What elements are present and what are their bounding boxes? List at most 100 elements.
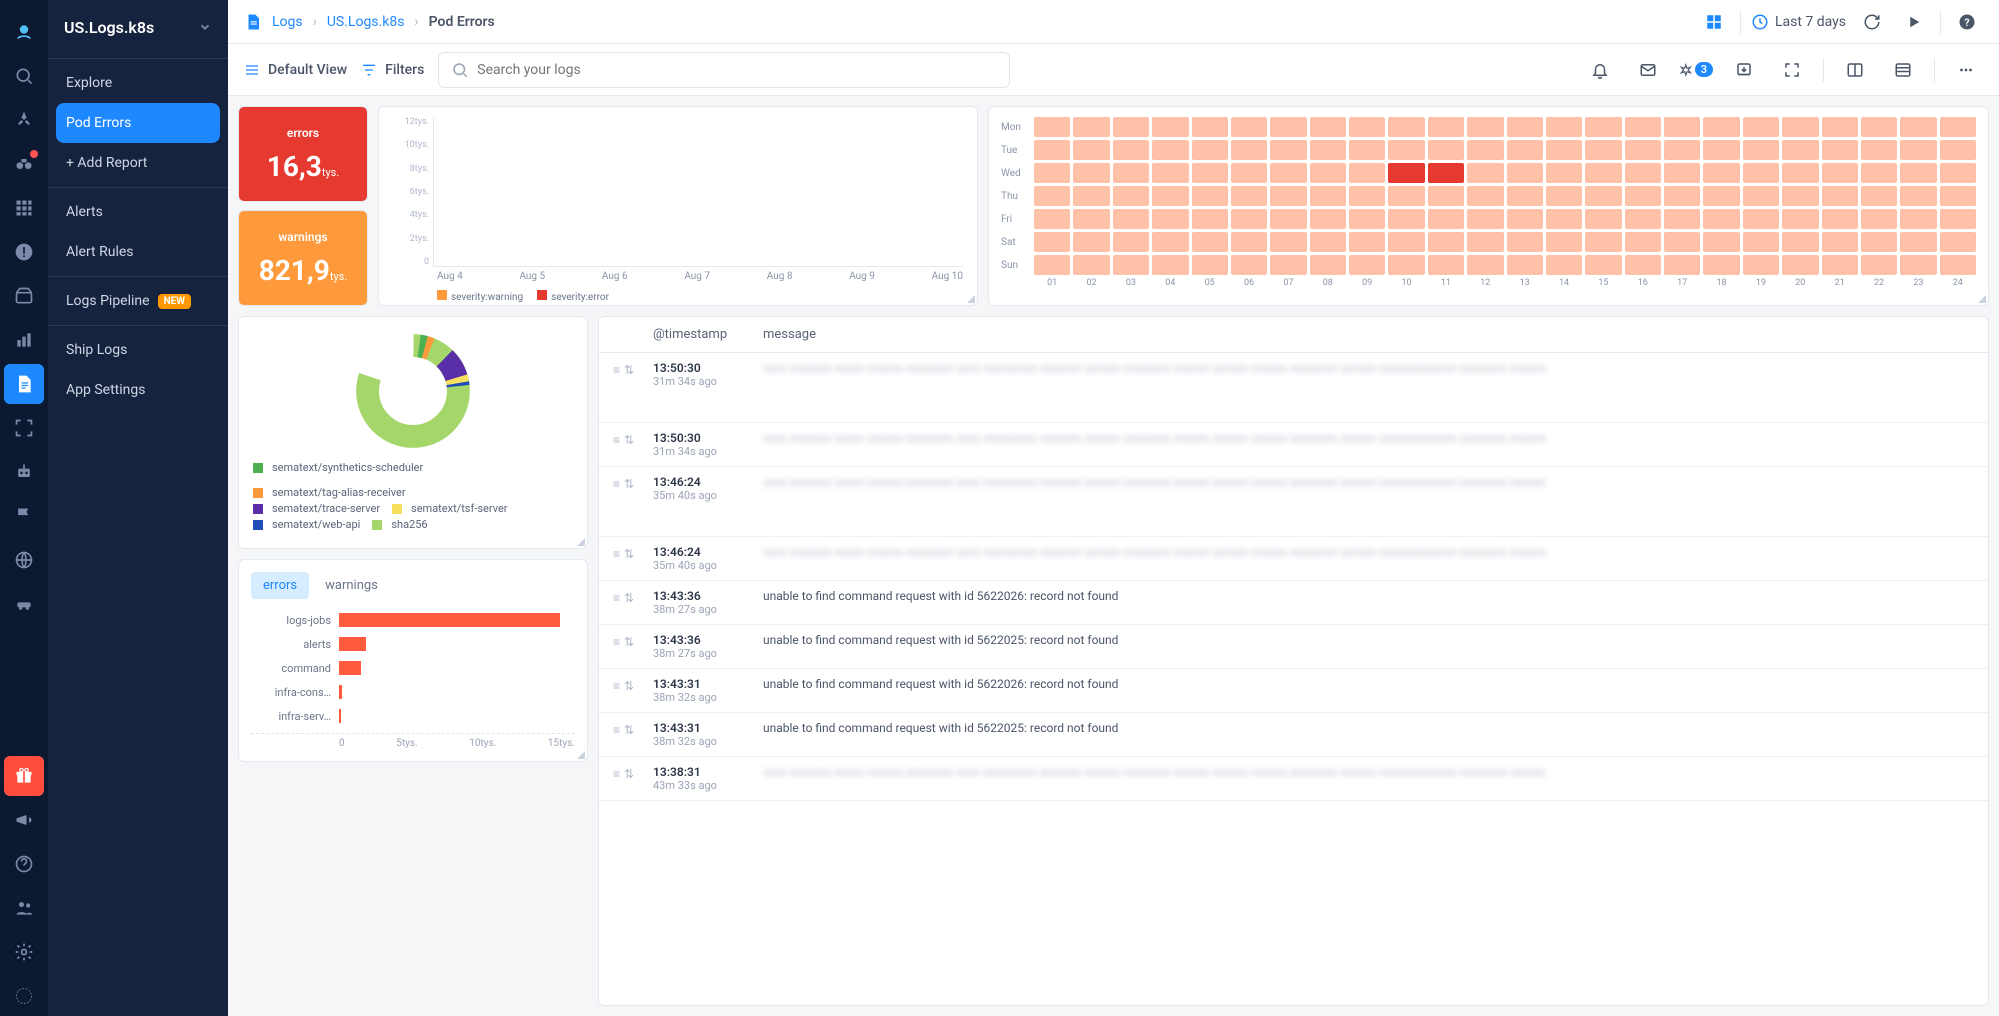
drag-icon[interactable]: ≡ xyxy=(613,635,620,649)
mail-icon[interactable] xyxy=(1631,53,1665,87)
expand-icon[interactable]: ⇅ xyxy=(624,635,634,649)
drag-icon[interactable]: ≡ xyxy=(613,433,620,447)
kpi-errors[interactable]: errors 16,3tys. xyxy=(238,106,368,202)
more-icon[interactable] xyxy=(1949,53,1983,87)
log-row[interactable]: ≡⇅13:50:3031m 34s agoxxxx xxxxxxx xxxxx … xyxy=(599,353,1988,423)
sidebar-item-pod-errors[interactable]: Pod Errors xyxy=(56,103,220,143)
robot-rail-icon[interactable] xyxy=(4,452,44,492)
car-rail-icon[interactable] xyxy=(4,584,44,624)
fullscreen-rail-icon[interactable] xyxy=(4,408,44,448)
expand-icon[interactable]: ⇅ xyxy=(624,767,634,781)
log-row[interactable]: ≡⇅13:43:3638m 27s agounable to find comm… xyxy=(599,625,1988,669)
drag-icon[interactable]: ≡ xyxy=(613,363,620,377)
log-row[interactable]: ≡⇅13:43:3638m 27s agounable to find comm… xyxy=(599,581,1988,625)
topbar: Logs › US.Logs.k8s › Pod Errors Last 7 d… xyxy=(228,0,1999,44)
log-row[interactable]: ≡⇅13:43:3138m 32s agounable to find comm… xyxy=(599,713,1988,757)
play-icon[interactable] xyxy=(1898,6,1930,38)
dashboard-icon[interactable] xyxy=(1698,6,1730,38)
drag-icon[interactable]: ≡ xyxy=(613,767,620,781)
expand-icon[interactable] xyxy=(1775,53,1809,87)
log-row[interactable]: ≡⇅13:46:2435m 40s agoxxxx xxxxxxx xxxxx … xyxy=(599,537,1988,581)
sidebar-item-app-settings[interactable]: App Settings xyxy=(48,370,228,410)
refresh-icon[interactable] xyxy=(1856,6,1888,38)
expand-icon[interactable]: ⇅ xyxy=(624,679,634,693)
chart-rail-icon[interactable] xyxy=(4,320,44,360)
sidebar-item-alerts[interactable]: Alerts xyxy=(48,192,228,232)
log-row[interactable]: ≡⇅13:50:3031m 34s agoxxxx xxxxxxx xxxxx … xyxy=(599,423,1988,467)
search-input[interactable] xyxy=(477,62,996,78)
col-timestamp[interactable]: @timestamp xyxy=(653,327,763,342)
search-box[interactable] xyxy=(438,52,1009,88)
binoculars-rail-icon[interactable] xyxy=(4,144,44,184)
resize-handle[interactable] xyxy=(577,751,585,759)
log-row[interactable]: ≡⇅13:43:3138m 32s agounable to find comm… xyxy=(599,669,1988,713)
crumb-logs[interactable]: Logs xyxy=(272,14,303,30)
people-rail-icon[interactable] xyxy=(4,888,44,928)
bell-icon[interactable] xyxy=(1583,53,1617,87)
timeline-chart[interactable]: 12tys.10tys.8tys.6tys.4tys.2tys.0 Aug 4A… xyxy=(378,106,978,306)
expand-icon[interactable]: ⇅ xyxy=(624,433,634,447)
heatmap-chart[interactable]: MonTueWedThuFriSatSun0102030405060708091… xyxy=(988,106,1989,306)
settings-rail-icon[interactable] xyxy=(4,932,44,972)
col-message[interactable]: message xyxy=(763,327,1974,342)
crumb-space[interactable]: US.Logs.k8s xyxy=(327,14,405,30)
inbox-rail-icon[interactable] xyxy=(4,276,44,316)
sidebar-item-alert-rules[interactable]: Alert Rules xyxy=(48,232,228,272)
expand-icon[interactable]: ⇅ xyxy=(624,477,634,491)
megaphone-rail-icon[interactable] xyxy=(4,800,44,840)
download-icon[interactable] xyxy=(1727,53,1761,87)
expand-icon[interactable]: ⇅ xyxy=(624,723,634,737)
kpi-warnings[interactable]: warnings 821,9tys. xyxy=(238,210,368,306)
expand-icon[interactable]: ⇅ xyxy=(624,363,634,377)
logo-icon[interactable] xyxy=(4,12,44,52)
tab-errors[interactable]: errors xyxy=(251,572,309,599)
timerange-picker[interactable]: Last 7 days xyxy=(1751,13,1846,31)
logs-rail-icon[interactable] xyxy=(4,364,44,404)
sidebar-item-ship-logs[interactable]: Ship Logs xyxy=(48,330,228,370)
resize-handle[interactable] xyxy=(967,295,975,303)
filters-button[interactable]: Filters xyxy=(361,62,424,78)
anomaly-icon[interactable]: 3 xyxy=(1679,53,1713,87)
gift-rail-icon[interactable] xyxy=(4,756,44,796)
sidebar-label: Alerts xyxy=(66,204,103,220)
help-rail-icon[interactable] xyxy=(4,844,44,884)
crumb-sep: › xyxy=(313,14,317,30)
grid-rail-icon[interactable] xyxy=(4,188,44,228)
alert-rail-icon[interactable] xyxy=(4,232,44,272)
resize-handle[interactable] xyxy=(577,538,585,546)
help-icon[interactable]: ? xyxy=(1951,6,1983,38)
list-view-icon[interactable] xyxy=(1886,53,1920,87)
resize-handle[interactable] xyxy=(1978,295,1986,303)
content: errors 16,3tys. warnings 821,9tys. 12tys… xyxy=(228,96,1999,1016)
tabs: errorswarnings xyxy=(251,572,575,599)
search-icon xyxy=(451,61,469,79)
tab-warnings[interactable]: warnings xyxy=(313,572,390,599)
drag-icon[interactable]: ≡ xyxy=(613,591,620,605)
rocket-rail-icon[interactable] xyxy=(4,100,44,140)
sidebar-item-add-report[interactable]: + Add Report xyxy=(48,143,228,183)
sidebar-item-logs-pipeline[interactable]: Logs Pipeline NEW xyxy=(48,281,228,321)
drag-icon[interactable]: ≡ xyxy=(613,547,620,561)
donut-chart[interactable]: sematext/synthetics-schedulersematext/ta… xyxy=(238,316,588,549)
globe-rail-icon[interactable] xyxy=(4,540,44,580)
drag-icon[interactable]: ≡ xyxy=(613,679,620,693)
expand-icon[interactable]: ⇅ xyxy=(624,591,634,605)
log-row[interactable]: ≡⇅13:46:2435m 40s agoxxxx xxxxxxx xxxxx … xyxy=(599,467,1988,537)
app-rail-icon[interactable] xyxy=(4,976,44,1016)
expand-icon[interactable]: ⇅ xyxy=(624,547,634,561)
sidebar-space-selector[interactable]: US.Logs.k8s xyxy=(48,0,228,54)
drag-icon[interactable]: ≡ xyxy=(613,723,620,737)
sidebar-item-explore[interactable]: Explore xyxy=(48,63,228,103)
log-row[interactable]: ≡⇅13:38:3143m 33s agoxxxx xxxxxxx xxxxx … xyxy=(599,757,1988,801)
drag-icon[interactable]: ≡ xyxy=(613,477,620,491)
search-rail-icon[interactable] xyxy=(4,56,44,96)
split-view-icon[interactable] xyxy=(1838,53,1872,87)
flag-rail-icon[interactable] xyxy=(4,496,44,536)
kpi-value: 821,9 xyxy=(259,254,330,287)
hbar-chart[interactable]: errorswarnings logs-jobsalertscommandinf… xyxy=(238,559,588,762)
default-view-button[interactable]: Default View xyxy=(244,62,347,78)
kpi-column: errors 16,3tys. warnings 821,9tys. xyxy=(238,106,368,306)
sidebar-label: Ship Logs xyxy=(66,342,127,358)
anomaly-count: 3 xyxy=(1695,62,1713,77)
sidebar-label: App Settings xyxy=(66,382,145,398)
